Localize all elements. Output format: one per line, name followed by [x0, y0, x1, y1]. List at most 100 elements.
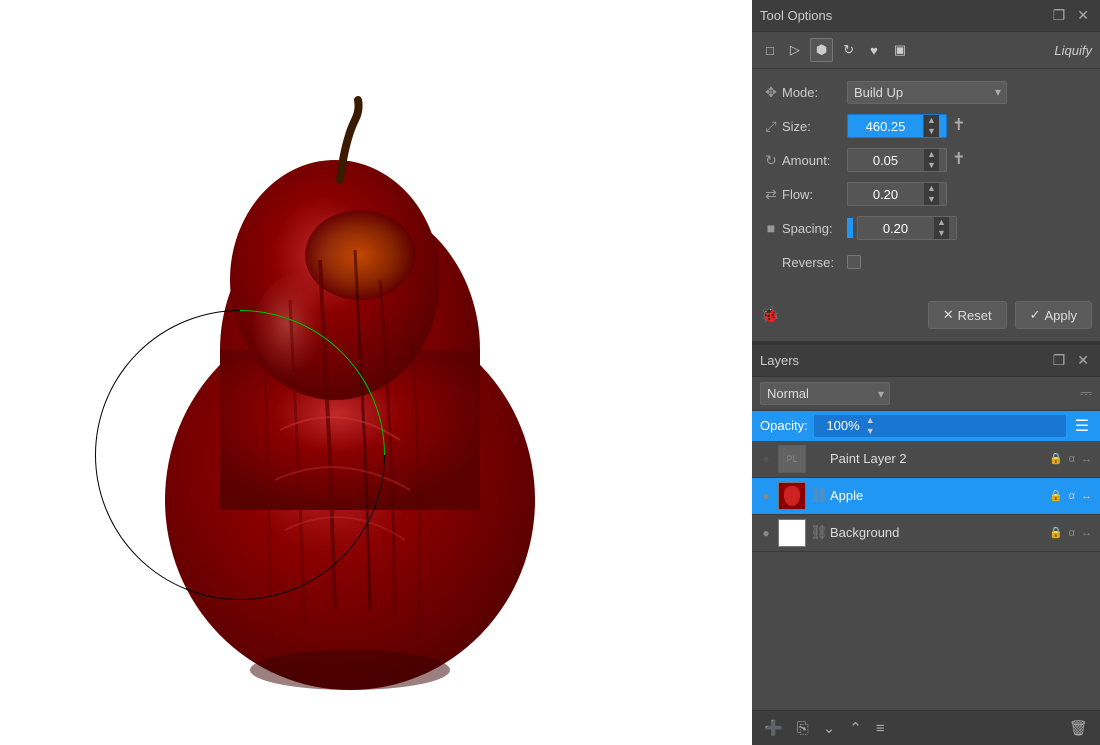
opacity-input[interactable] — [814, 416, 864, 435]
layer-chain-background: ⛓ — [810, 524, 826, 541]
mode-select[interactable]: Build Up Normal Smear Rotate Pinch Infla… — [847, 81, 1007, 104]
reset-btn[interactable]: ✕ Reset — [928, 301, 1007, 329]
close-tool-options-btn[interactable]: ✕ — [1074, 6, 1092, 25]
layer-actions-paint-layer-2: 🔒 α ↔ — [1047, 451, 1094, 466]
layer-alpha-paint-layer-2[interactable]: α — [1067, 452, 1077, 466]
tool-options-header-icons: ❐ ✕ — [1050, 6, 1092, 25]
opacity-increment-btn[interactable]: ▲ — [864, 415, 877, 426]
layer-chain-apple: ⛓ — [810, 487, 826, 504]
layer-thumb-apple — [778, 482, 806, 510]
size-increment-btn[interactable]: ▲ — [924, 115, 939, 126]
size-decrement-btn[interactable]: ▼ — [924, 126, 939, 137]
opacity-spinners: ▲ ▼ — [864, 415, 877, 437]
rotate-tool-btn[interactable]: ↻ — [837, 38, 860, 62]
flow-row: ⇄ Flow: ▲ ▼ — [760, 181, 1092, 207]
size-spinners: ▲ ▼ — [923, 115, 939, 137]
reset-icon: ✕ — [943, 307, 954, 323]
bug-report-btn[interactable]: 🐞 — [760, 305, 780, 325]
canvas-area[interactable] — [0, 0, 752, 745]
flow-decrement-btn[interactable]: ▼ — [924, 194, 939, 205]
layer-alpha-apple[interactable]: α — [1067, 489, 1077, 503]
layers-menu-btn[interactable]: ☰ — [1072, 416, 1092, 436]
amount-decrement-btn[interactable]: ▼ — [924, 160, 939, 171]
mode-dropdown-wrapper: Build Up Normal Smear Rotate Pinch Infla… — [847, 81, 1007, 104]
layer-name-apple: Apple — [830, 488, 1043, 503]
apply-label: Apply — [1044, 308, 1077, 323]
pear-illustration — [120, 80, 580, 700]
size-input[interactable] — [848, 116, 923, 137]
amount-icon: ↻ — [760, 152, 782, 169]
tool-options-title: Tool Options — [760, 8, 832, 23]
layer-visibility-background[interactable]: ● — [758, 526, 774, 540]
apply-btn[interactable]: ✓ Apply — [1015, 301, 1092, 329]
delete-layer-btn[interactable]: 🗑 — [1065, 717, 1092, 739]
spacing-icon: ■ — [760, 220, 782, 236]
duplicate-layer-btn[interactable]: ⎘ — [793, 718, 813, 739]
spacing-decrement-btn[interactable]: ▼ — [934, 228, 949, 239]
reverse-checkbox[interactable] — [847, 255, 861, 269]
amount-increment-btn[interactable]: ▲ — [924, 149, 939, 160]
mode-icon: ✥ — [760, 84, 782, 101]
size-control: ▲ ▼ 🕇 — [847, 114, 1092, 138]
layer-name-paint-layer-2: Paint Layer 2 — [830, 451, 1043, 466]
add-layer-btn[interactable]: ➕ — [760, 717, 787, 739]
selection-tool-btn[interactable]: ▣ — [888, 38, 912, 62]
merge-layer-btn[interactable]: ≡ — [872, 718, 889, 739]
apply-check-icon: ✓ — [1030, 307, 1041, 323]
layer-visibility-apple[interactable]: ● — [758, 489, 774, 503]
reverse-row: Reverse: — [760, 249, 1092, 275]
layer-inherit-paint-layer-2[interactable]: ↔ — [1079, 452, 1094, 466]
flow-input[interactable] — [848, 184, 923, 205]
layer-thumb-paint-layer-2: PL — [778, 445, 806, 473]
layer-item-paint-layer-2[interactable]: ● PL Paint Layer 2 🔒 α ↔ — [752, 441, 1100, 478]
opacity-input-wrap: ▲ ▼ — [814, 415, 1066, 437]
spacing-increment-btn[interactable]: ▲ — [934, 217, 949, 228]
opacity-decrement-btn[interactable]: ▼ — [864, 426, 877, 437]
layer-name-background: Background — [830, 525, 1043, 540]
layer-alpha-background[interactable]: α — [1067, 526, 1077, 540]
spacing-input[interactable] — [858, 218, 933, 239]
reverse-control — [847, 255, 1092, 269]
restore-layers-btn[interactable]: ❐ — [1050, 351, 1069, 370]
size-input-wrap: ▲ ▼ — [847, 114, 947, 138]
layers-footer: ➕ ⎘ ⌄ ⌃ ≡ 🗑 — [752, 710, 1100, 745]
size-label: Size: — [782, 119, 847, 134]
tool-options-panel: Tool Options ❐ ✕ □ ▷ ⬢ ↻ ♥ ▣ Liquify ✥ M… — [752, 0, 1100, 343]
layer-lock-background[interactable]: 🔒 — [1047, 525, 1065, 540]
path-tool-btn[interactable]: ▷ — [784, 38, 806, 62]
layers-header-icons: ❐ ✕ — [1050, 351, 1092, 370]
flow-control: ▲ ▼ — [847, 182, 1092, 206]
size-extra-btn[interactable]: 🕇 — [951, 117, 967, 135]
layers-toolbar: Normal Multiply Screen Overlay ⎓ — [752, 377, 1100, 411]
layer-visibility-paint-layer-2[interactable]: ● — [758, 452, 774, 466]
mode-label: Mode: — [782, 85, 847, 100]
restore-window-btn[interactable]: ❐ — [1050, 6, 1069, 25]
amount-spinners: ▲ ▼ — [923, 149, 939, 171]
rect-select-tool-btn[interactable]: □ — [760, 39, 780, 62]
layer-item-apple[interactable]: ● ⛓ Apple 🔒 α ↔ — [752, 478, 1100, 515]
layers-filter-btn[interactable]: ⎓ — [1080, 385, 1092, 402]
spacing-control: ▲ ▼ — [847, 216, 1092, 240]
tool-label: Liquify — [1054, 43, 1092, 58]
layer-lock-paint-layer-2[interactable]: 🔒 — [1047, 451, 1065, 466]
move-layer-up-btn[interactable]: ⌃ — [845, 717, 866, 739]
layers-list: ● PL Paint Layer 2 🔒 α ↔ ● ⛓ Apple — [752, 441, 1100, 710]
spacing-bar-indicator — [847, 218, 853, 238]
flow-icon: ⇄ — [760, 186, 782, 203]
paint-tool-btn[interactable]: ♥ — [864, 39, 884, 62]
blend-mode-select[interactable]: Normal Multiply Screen Overlay — [760, 382, 890, 405]
amount-label: Amount: — [782, 153, 847, 168]
layer-lock-apple[interactable]: 🔒 — [1047, 488, 1065, 503]
size-row: ⤢ Size: ▲ ▼ 🕇 — [760, 113, 1092, 139]
close-layers-btn[interactable]: ✕ — [1074, 351, 1092, 370]
layer-inherit-apple[interactable]: ↔ — [1079, 489, 1094, 503]
layer-item-background[interactable]: ● ⛓ Background 🔒 α ↔ — [752, 515, 1100, 552]
flow-spinners: ▲ ▼ — [923, 183, 939, 205]
tool-options-header: Tool Options ❐ ✕ — [752, 0, 1100, 32]
flow-increment-btn[interactable]: ▲ — [924, 183, 939, 194]
layer-inherit-background[interactable]: ↔ — [1079, 526, 1094, 540]
move-tool-btn[interactable]: ⬢ — [810, 38, 833, 62]
amount-input[interactable] — [848, 150, 923, 171]
move-layer-down-btn[interactable]: ⌄ — [819, 717, 840, 739]
amount-extra-btn[interactable]: 🕇 — [951, 151, 967, 169]
